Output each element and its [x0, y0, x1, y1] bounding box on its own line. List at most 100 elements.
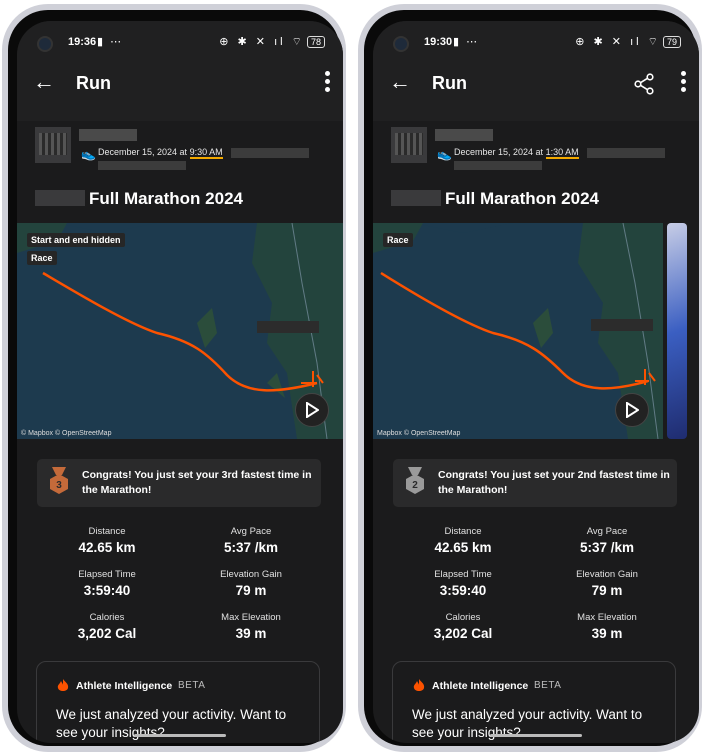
stat-label: Elevation Gain [576, 569, 638, 580]
beta-badge: BETA [534, 680, 562, 691]
play-button[interactable] [295, 393, 329, 427]
route-map[interactable]: Race Mapbox © OpenStreetMap [373, 223, 663, 439]
activity-date: December 15, 2024 at 1:30 AM [454, 147, 579, 159]
stat-calories: Calories 3,202 Cal [37, 612, 177, 641]
stat-label: Max Elevation [577, 612, 637, 623]
athlete-intelligence-card[interactable]: Athlete Intelligence BETA We just analyz… [392, 661, 676, 743]
athlete-name-redacted [79, 129, 137, 141]
stat-label: Avg Pace [230, 526, 272, 537]
stat-value: 79 m [235, 583, 267, 598]
screen: 19:36 ▮ ⋯ ⊕ ✱ ✕ ıl ⌔ 78 ← Run 👟 December … [17, 21, 343, 743]
activity-title-text: Full Marathon 2024 [89, 189, 243, 208]
title-prefix-redacted [35, 190, 85, 206]
stat-max-elevation: Max Elevation 39 m [537, 612, 677, 641]
status-time: 19:36 [68, 36, 97, 48]
avatar[interactable] [391, 127, 427, 163]
stat-value: 3,202 Cal [77, 626, 137, 641]
stat-value: 5:37 /km [223, 540, 279, 555]
battery-icon: 78 [306, 36, 325, 48]
stat-value: 39 m [235, 626, 267, 641]
medal-icon: 3 [50, 467, 68, 494]
athlete-intelligence-card[interactable]: Athlete Intelligence BETA We just analyz… [36, 661, 320, 743]
photo-thumbnail[interactable] [667, 223, 687, 439]
stat-label: Distance [88, 526, 126, 537]
home-indicator[interactable] [490, 734, 582, 737]
achievement-text: Congrats! You just set your 2nd fastest … [438, 469, 670, 496]
share-icon[interactable] [633, 73, 655, 95]
beta-badge: BETA [178, 680, 206, 691]
home-indicator[interactable] [134, 734, 226, 737]
play-icon [626, 402, 639, 418]
status-bar: 19:30 ▮ ⋯ ⊕ ✱ ✕ ıl ⌔ 79 [373, 33, 699, 53]
flame-icon [57, 679, 69, 691]
achievement-banner[interactable]: 2 Congrats! You just set your 2nd fastes… [393, 459, 677, 507]
more-vertical-icon[interactable] [321, 71, 333, 95]
stat-value: 3:59:40 [83, 583, 131, 598]
athlete-header: 👟 December 15, 2024 at 1:30 AM [391, 125, 691, 170]
stat-elapsed-time: Elapsed Time 3:59:40 [37, 569, 177, 598]
battery-icon: 79 [662, 36, 681, 48]
activity-title: Full Marathon 2024 [391, 189, 599, 209]
stat-label: Calories [445, 612, 481, 623]
stat-label: Elapsed Time [78, 569, 136, 580]
more-vertical-icon[interactable] [677, 71, 689, 95]
activity-start-time: 9:30 AM [189, 147, 223, 159]
stat-value: 42.65 km [434, 540, 492, 555]
phone-bezel: 19:30 ▮ ⋯ ⊕ ✱ ✕ ıl ⌔ 79 ← Run 👟 December … [364, 10, 699, 746]
phone-left: 19:36 ▮ ⋯ ⊕ ✱ ✕ ıl ⌔ 78 ← Run 👟 December … [2, 4, 346, 752]
app-bar: ← Run [373, 69, 699, 99]
location-redacted-line2 [454, 161, 542, 170]
system-icon-group: ⊕ ✱ ✕ ıl ⌔ [575, 36, 661, 48]
activity-start-time: 1:30 AM [545, 147, 579, 159]
location-redacted [231, 148, 309, 158]
stat-elapsed-time: Elapsed Time 3:59:40 [393, 569, 533, 598]
activity-date-prefix: December 15, 2024 at [454, 147, 546, 157]
stat-label: Max Elevation [221, 612, 281, 623]
front-camera [37, 36, 53, 52]
activity-title-text: Full Marathon 2024 [445, 189, 599, 208]
map-tag-race: Race [27, 251, 57, 265]
medal-rank: 3 [56, 480, 62, 491]
stat-value: 3,202 Cal [433, 626, 493, 641]
map-tag-hidden: Start and end hidden [27, 233, 125, 247]
notification-icons: ▮ ⋯ [97, 36, 124, 48]
athlete-name-redacted [435, 129, 493, 141]
stat-max-elevation: Max Elevation 39 m [181, 612, 321, 641]
play-icon [306, 402, 319, 418]
athlete-header: 👟 December 15, 2024 at 9:30 AM [35, 125, 335, 170]
stat-value: 79 m [591, 583, 623, 598]
system-icons: ⊕ ✱ ✕ ıl ⌔ 79 [575, 35, 681, 49]
back-arrow-icon[interactable]: ← [389, 69, 411, 95]
stat-pace: Avg Pace 5:37 /km [181, 526, 321, 555]
phone-right: 19:30 ▮ ⋯ ⊕ ✱ ✕ ıl ⌔ 79 ← Run 👟 December … [358, 4, 702, 752]
map-label-redacted [257, 321, 319, 333]
notification-icons: ▮ ⋯ [453, 36, 480, 48]
achievement-banner[interactable]: 3 Congrats! You just set your 3rd fastes… [37, 459, 321, 507]
back-arrow-icon[interactable]: ← [33, 69, 55, 95]
route-map[interactable]: Start and end hidden Race © Mapbox © Ope… [17, 223, 343, 439]
stat-value: 39 m [591, 626, 623, 641]
stat-label: Distance [444, 526, 482, 537]
stat-value: 5:37 /km [579, 540, 635, 555]
medal-rank: 2 [412, 480, 418, 491]
stat-label: Elevation Gain [220, 569, 282, 580]
activity-title: Full Marathon 2024 [35, 189, 243, 209]
shoe-icon: 👟 [437, 147, 452, 161]
map-attribution[interactable]: Mapbox © OpenStreetMap [377, 430, 460, 437]
stat-elevation-gain: Elevation Gain 79 m [181, 569, 321, 598]
avatar[interactable] [35, 127, 71, 163]
shoe-icon: 👟 [81, 147, 96, 161]
map-label-redacted [591, 319, 653, 331]
stat-pace: Avg Pace 5:37 /km [537, 526, 677, 555]
play-button[interactable] [615, 393, 649, 427]
title-prefix-redacted [391, 190, 441, 206]
system-icon-group: ⊕ ✱ ✕ ıl ⌔ [219, 36, 305, 48]
flame-icon [413, 679, 425, 691]
map-attribution[interactable]: © Mapbox © OpenStreetMap [21, 430, 111, 437]
stat-label: Avg Pace [586, 526, 628, 537]
phone-bezel: 19:36 ▮ ⋯ ⊕ ✱ ✕ ıl ⌔ 78 ← Run 👟 December … [8, 10, 343, 746]
map-tag-race: Race [383, 233, 413, 247]
app-bar: ← Run [17, 69, 343, 99]
stat-calories: Calories 3,202 Cal [393, 612, 533, 641]
activity-date-prefix: December 15, 2024 at [98, 147, 190, 157]
